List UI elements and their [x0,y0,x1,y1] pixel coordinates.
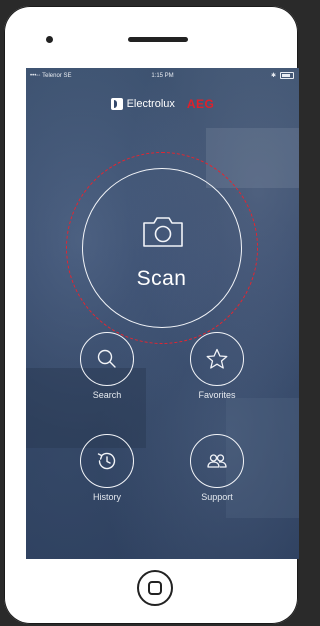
search-icon [97,349,116,368]
search-button[interactable]: Search [67,332,147,402]
support-button[interactable]: Support [177,434,257,504]
history-icon [97,452,116,470]
status-bar: •••◦◦ Telenor SE 1:15 PM ✱ [26,68,299,84]
bluetooth-icon: ✱ [270,73,276,79]
app-screen: •••◦◦ Telenor SE 1:15 PM ✱ Electrolux AE… [26,68,299,559]
star-icon [206,348,228,369]
support-icon [207,454,227,468]
electrolux-logo-icon [110,98,123,110]
scan-button[interactable]: Scan [82,168,242,328]
status-indicators: ✱ [271,72,294,79]
search-circle [80,332,134,386]
support-label: Support [201,492,233,502]
electrolux-wordmark: Electrolux [126,98,175,110]
favorites-label: Favorites [198,390,236,400]
front-camera [46,36,53,43]
favorites-button[interactable]: Favorites [177,332,257,402]
support-circle [190,434,244,488]
electrolux-logo: Electrolux [110,98,175,110]
history-button[interactable]: History [67,434,147,504]
history-circle [80,434,134,488]
home-button[interactable] [137,570,173,606]
favorites-circle [190,332,244,386]
battery-icon [280,72,294,79]
scan-label: Scan [136,267,187,290]
status-time: 1:15 PM [151,73,174,79]
brand-header: Electrolux AEG [26,95,299,113]
aeg-logo: AEG [186,97,215,111]
phone-frame: •••◦◦ Telenor SE 1:15 PM ✱ Electrolux AE… [4,6,299,624]
history-label: History [92,492,121,502]
camera-icon [143,217,183,247]
home-square-icon [148,581,162,595]
search-label: Search [92,390,122,400]
speaker-grille [128,37,188,42]
